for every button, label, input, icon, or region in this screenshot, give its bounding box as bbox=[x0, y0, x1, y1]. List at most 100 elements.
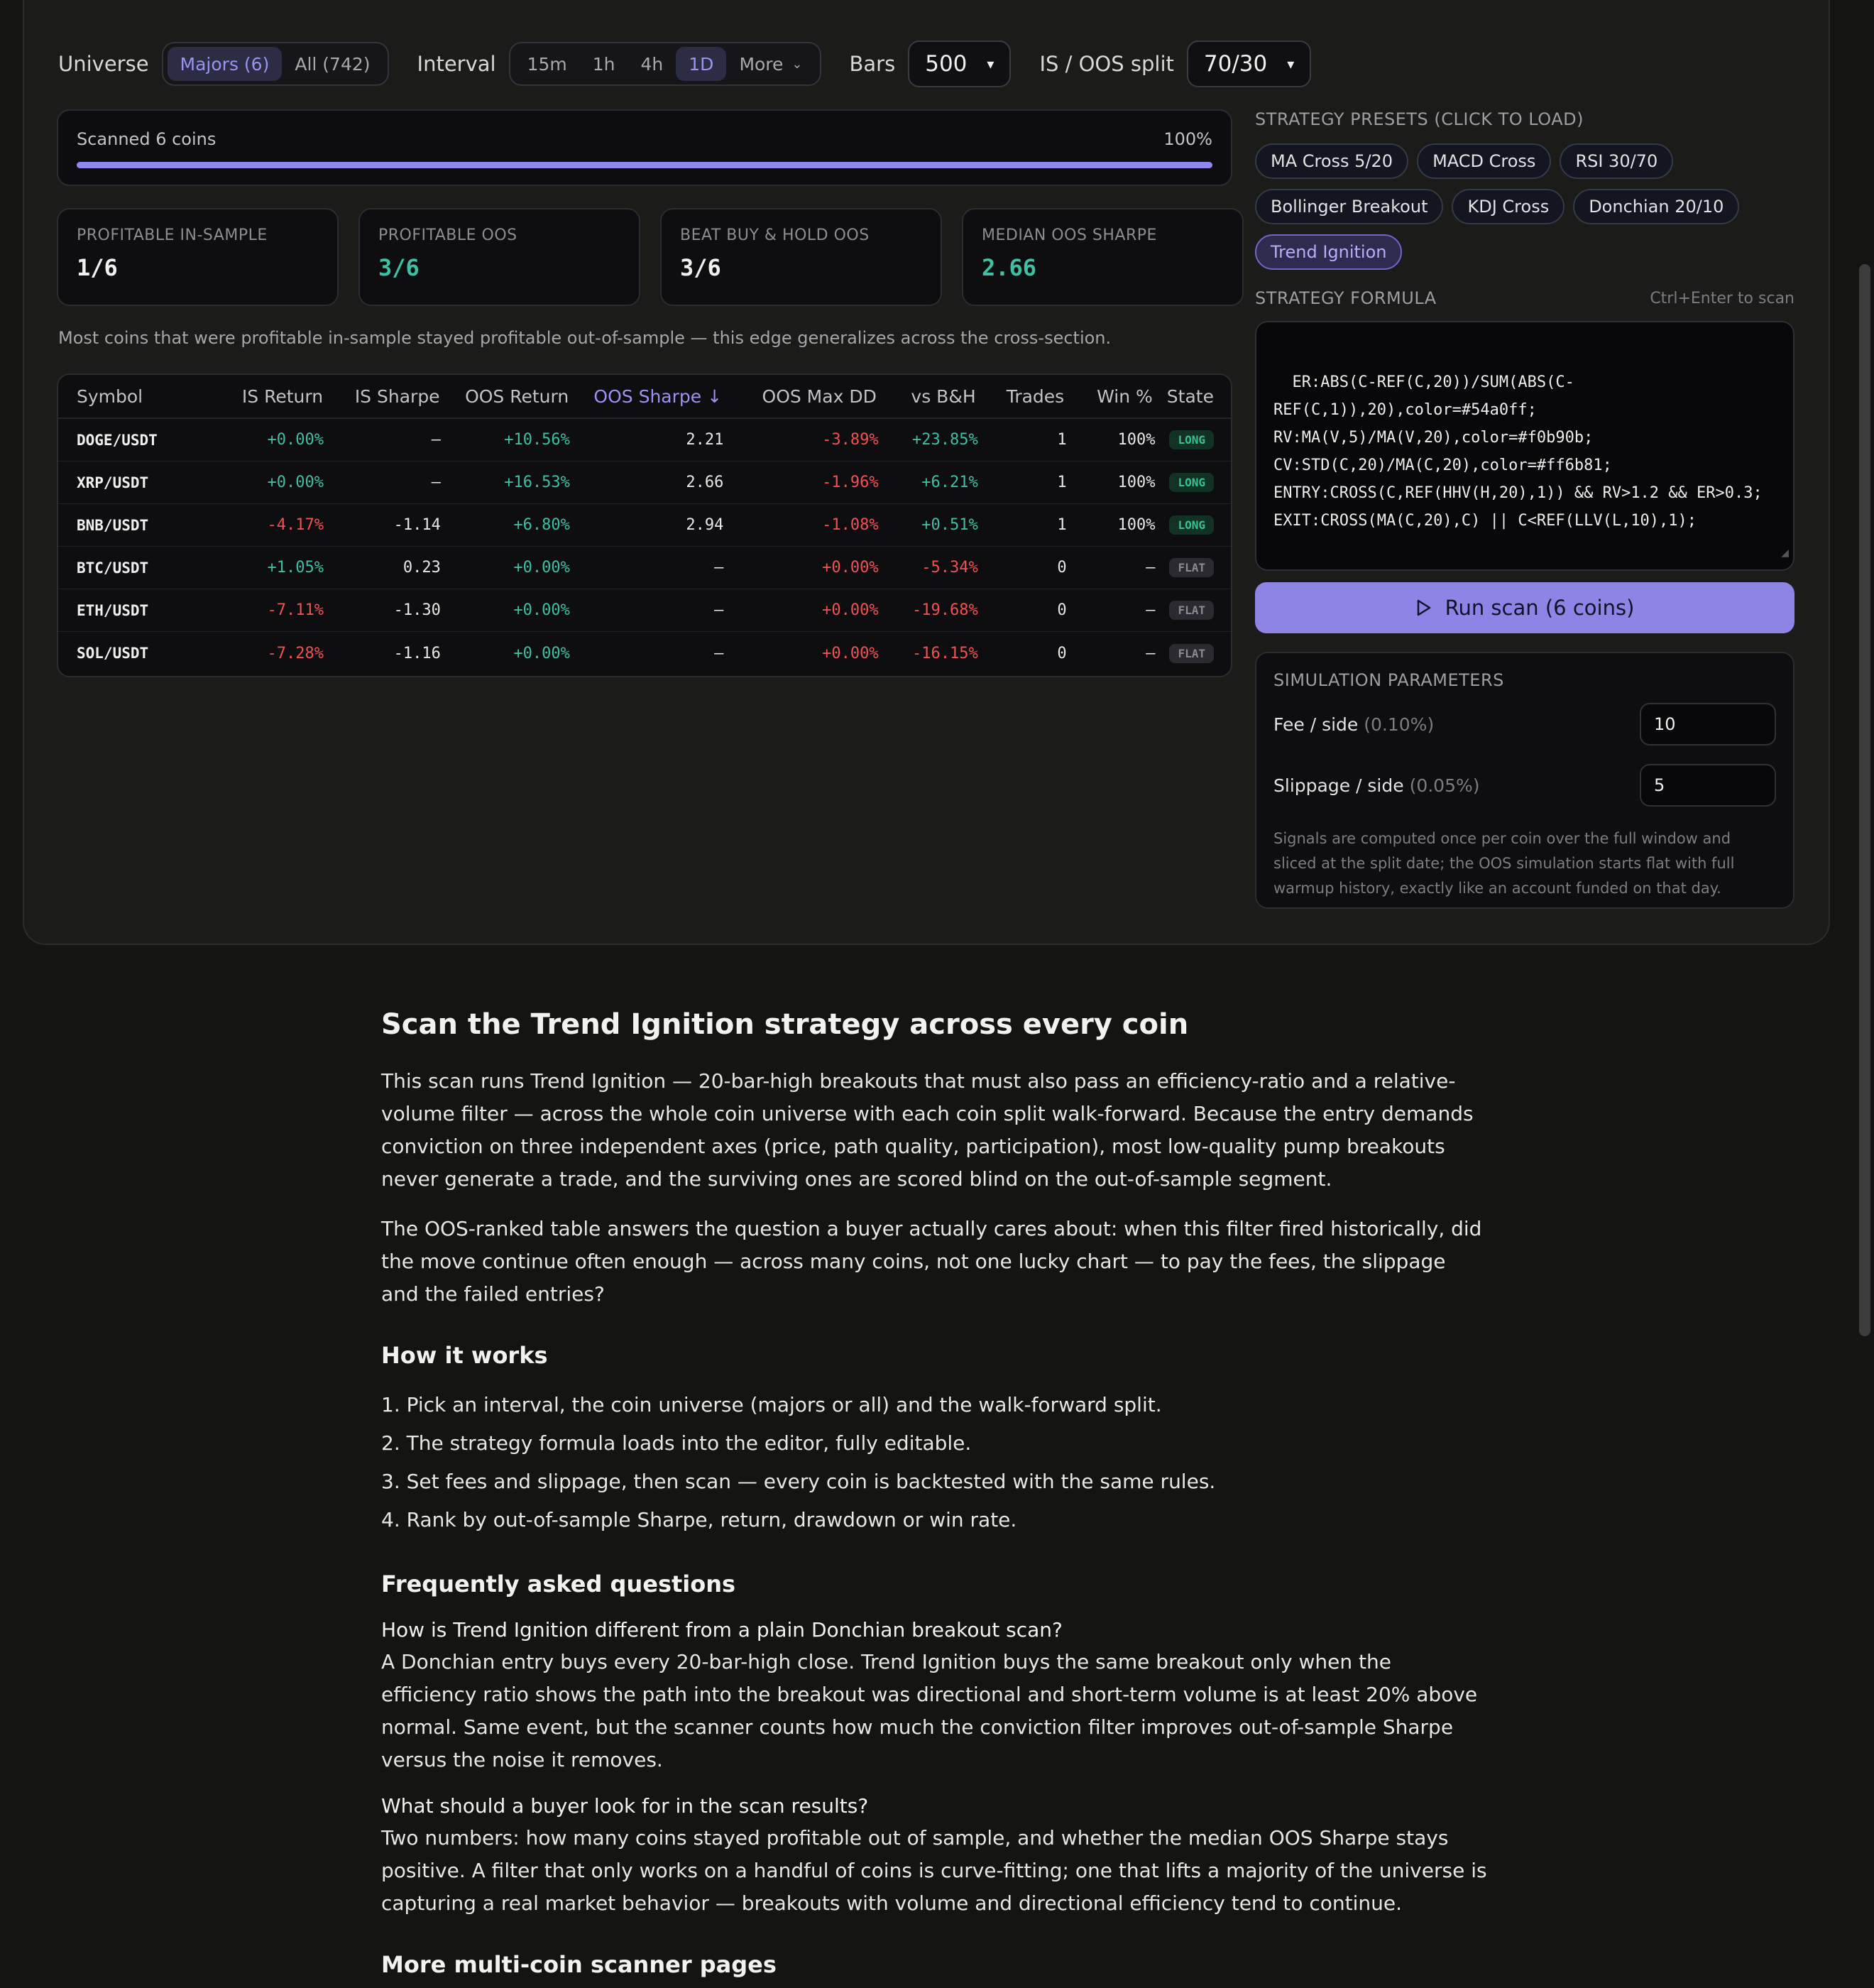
state-badge: FLAT bbox=[1169, 643, 1215, 663]
cell-oosr: +6.80% bbox=[513, 516, 570, 534]
interval-label: Interval bbox=[417, 52, 496, 76]
cell-bh: +6.21% bbox=[921, 474, 978, 491]
col-is-sharpe[interactable]: IS Sharpe bbox=[330, 386, 447, 407]
cell-tr: 1 bbox=[1057, 431, 1067, 449]
interval-more-dropdown[interactable]: More ⌄ bbox=[726, 47, 815, 81]
cell-iss: — bbox=[431, 474, 441, 491]
cell-bh: -19.68% bbox=[912, 601, 978, 619]
col-trades[interactable]: Trades bbox=[983, 386, 1072, 407]
more-pages-heading: More multi-coin scanner pages bbox=[381, 1951, 777, 1978]
cell-iss: 0.23 bbox=[402, 559, 441, 577]
scan-progress-percent: 100% bbox=[1163, 129, 1212, 149]
universe-toggle: Majors (6) All (742) bbox=[161, 42, 389, 86]
cell-win: 100% bbox=[1117, 516, 1156, 534]
presets-heading: STRATEGY PRESETS (CLICK TO LOAD) bbox=[1255, 109, 1584, 129]
interval-toggle: 15m 1h 4h 1D More ⌄ bbox=[508, 42, 821, 86]
cell-iss: — bbox=[431, 431, 441, 449]
cell-sym: SOL/USDT bbox=[77, 645, 149, 662]
stat-value: 1/6 bbox=[77, 254, 118, 281]
run-scan-button[interactable]: Run scan (6 coins) bbox=[1255, 582, 1794, 633]
page-scrollbar[interactable] bbox=[1856, 0, 1874, 1988]
preset-rsi[interactable]: RSI 30/70 bbox=[1560, 143, 1674, 179]
list-item: 1. Pick an interval, the coin universe (… bbox=[381, 1393, 1162, 1416]
interval-15m-option[interactable]: 15m bbox=[515, 47, 580, 81]
col-oos-max-dd[interactable]: OOS Max DD bbox=[729, 386, 884, 407]
steps-list: 1. Pick an interval, the coin universe (… bbox=[381, 1386, 1489, 1539]
stat-label: PROFITABLE IN-SAMPLE bbox=[77, 226, 268, 244]
formula-code: ER:ABS(C-REF(C,20))/SUM(ABS(C- REF(C,1))… bbox=[1273, 373, 1763, 530]
preset-trend-ignition[interactable]: Trend Ignition bbox=[1255, 234, 1403, 270]
article-title: Scan the Trend Ignition strategy across … bbox=[381, 1008, 1189, 1041]
bars-select[interactable]: 500 ▾ bbox=[908, 40, 1012, 87]
cell-ooss: 2.21 bbox=[686, 431, 724, 449]
split-select[interactable]: 70/30 ▾ bbox=[1186, 40, 1312, 87]
cell-bh: +0.51% bbox=[921, 516, 978, 534]
state-badge: LONG bbox=[1169, 473, 1215, 492]
cell-tr: 1 bbox=[1057, 474, 1067, 491]
col-oos-return[interactable]: OOS Return bbox=[447, 386, 576, 407]
col-is-return[interactable]: IS Return bbox=[174, 386, 330, 407]
table-row[interactable]: DOGE/USDT +0.00% — +10.56% 2.21 -3.89% +23.85%… bbox=[58, 419, 1231, 462]
scan-progress-track bbox=[77, 162, 1212, 168]
table-row[interactable]: BNB/USDT -4.17% -1.14 +6.80% 2.94 -1.08% +0.51… bbox=[58, 504, 1231, 547]
table-row[interactable]: ETH/USDT -7.11% -1.30 +0.00% — +0.00% -19.68% 0… bbox=[58, 589, 1231, 632]
col-symbol[interactable]: Symbol bbox=[58, 386, 174, 407]
col-oos-sharpe-sorted[interactable]: OOS Sharpe ↓ bbox=[576, 386, 729, 407]
preset-ma-cross[interactable]: MA Cross 5/20 bbox=[1255, 143, 1409, 179]
cell-isr: +1.05% bbox=[267, 559, 324, 577]
preset-kdj-cross[interactable]: KDJ Cross bbox=[1452, 189, 1565, 224]
universe-all-option[interactable]: All (742) bbox=[282, 47, 383, 81]
cell-st: LONG bbox=[1162, 515, 1231, 535]
col-vs-bh[interactable]: vs B&H bbox=[884, 386, 983, 407]
stat-label: MEDIAN OOS SHARPE bbox=[982, 226, 1157, 244]
formula-editor[interactable]: ER:ABS(C-REF(C,20))/SUM(ABS(C- REF(C,1))… bbox=[1255, 321, 1794, 571]
cell-mdd: +0.00% bbox=[822, 601, 879, 619]
interval-4h-option[interactable]: 4h bbox=[628, 47, 676, 81]
slippage-input[interactable]: 5 bbox=[1640, 764, 1776, 807]
cell-mdd: +0.00% bbox=[822, 644, 879, 662]
interval-1d-option[interactable]: 1D bbox=[676, 47, 727, 81]
cell-mdd: -1.96% bbox=[822, 474, 879, 491]
col-state[interactable]: State bbox=[1160, 386, 1231, 407]
preset-donchian[interactable]: Donchian 20/10 bbox=[1573, 189, 1740, 224]
table-row[interactable]: BTC/USDT +1.05% 0.23 +0.00% — +0.00% -5.34% 0 — F… bbox=[58, 547, 1231, 589]
col-win-rate[interactable]: Win % bbox=[1071, 386, 1160, 407]
cell-isr: +0.00% bbox=[267, 431, 324, 449]
state-badge: LONG bbox=[1169, 515, 1215, 535]
cell-bh: -5.34% bbox=[921, 559, 978, 577]
list-item: 2. The strategy formula loads into the e… bbox=[381, 1431, 972, 1455]
table-row[interactable]: XRP/USDT +0.00% — +16.53% 2.66 -1.96% +6.21% 1 1… bbox=[58, 462, 1231, 504]
stat-label: PROFITABLE OOS bbox=[378, 226, 517, 244]
article: Scan the Trend Ignition strategy across … bbox=[381, 1008, 1489, 1988]
cell-mdd: +0.00% bbox=[822, 559, 879, 577]
cell-isr: -7.28% bbox=[267, 644, 324, 662]
preset-macd-cross[interactable]: MACD Cross bbox=[1417, 143, 1552, 179]
split-label: IS / OOS split bbox=[1039, 52, 1174, 76]
fee-row: Fee / side (0.10%) 10 bbox=[1273, 697, 1776, 751]
fee-input[interactable]: 10 bbox=[1640, 703, 1776, 746]
article-paragraph: This scan runs Trend Ignition — 20-bar-h… bbox=[381, 1069, 1474, 1191]
cell-ooss: 2.94 bbox=[686, 516, 724, 534]
formula-hint: Ctrl+Enter to scan bbox=[1650, 290, 1794, 307]
scrollbar-thumb[interactable] bbox=[1859, 264, 1870, 1336]
cell-isr: +0.00% bbox=[267, 474, 324, 491]
preset-bollinger[interactable]: Bollinger Breakout bbox=[1255, 189, 1444, 224]
cell-st: FLAT bbox=[1162, 643, 1231, 663]
stat-value: 3/6 bbox=[680, 254, 721, 281]
simulation-note: Signals are computed once per coin over … bbox=[1273, 830, 1735, 897]
fee-hint: (0.10%) bbox=[1364, 714, 1435, 735]
cell-win: — bbox=[1146, 559, 1156, 577]
resize-handle-icon[interactable]: ◢ bbox=[1781, 539, 1789, 567]
cell-oosr: +16.53% bbox=[504, 474, 570, 491]
cell-sym: BTC/USDT bbox=[77, 559, 149, 577]
cell-win: 100% bbox=[1117, 431, 1156, 449]
cell-st: FLAT bbox=[1162, 558, 1231, 577]
table-row[interactable]: SOL/USDT -7.28% -1.16 +0.00% — +0.00% -16.15% 0… bbox=[58, 632, 1231, 674]
cell-bh: -16.15% bbox=[912, 644, 978, 662]
cell-sym: DOGE/USDT bbox=[77, 431, 158, 449]
universe-majors-option[interactable]: Majors (6) bbox=[167, 47, 283, 81]
state-badge: FLAT bbox=[1169, 601, 1215, 620]
universe-label: Universe bbox=[58, 52, 149, 76]
faq-question: How is Trend Ignition different from a p… bbox=[381, 1618, 1063, 1642]
interval-1h-option[interactable]: 1h bbox=[580, 47, 628, 81]
